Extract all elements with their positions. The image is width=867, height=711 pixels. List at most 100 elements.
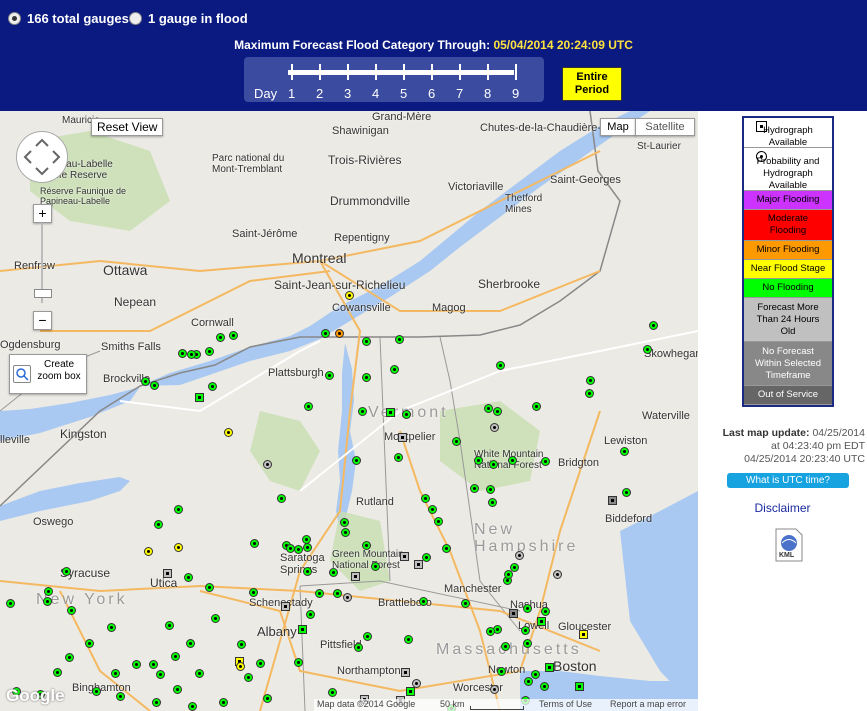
gauge-marker[interactable] xyxy=(484,404,493,413)
day-number[interactable]: 6 xyxy=(428,86,435,101)
gauge-marker[interactable] xyxy=(345,291,354,300)
day-tick[interactable] xyxy=(291,64,293,80)
gauge-marker[interactable] xyxy=(315,589,324,598)
gauge-marker[interactable] xyxy=(390,365,399,374)
gauge-marker[interactable] xyxy=(508,456,517,465)
gauge-marker[interactable] xyxy=(486,627,495,636)
gauge-marker[interactable] xyxy=(523,604,532,613)
gauge-marker[interactable] xyxy=(116,692,125,701)
gauges-in-flood-radio[interactable]: 1 gauge in flood xyxy=(129,10,248,26)
gauge-marker[interactable] xyxy=(187,350,196,359)
create-zoom-box-button[interactable]: Create zoom box xyxy=(9,354,87,394)
gauge-marker[interactable] xyxy=(340,518,349,527)
gauge-marker[interactable] xyxy=(496,361,505,370)
day-tick[interactable] xyxy=(487,64,489,80)
what-is-utc-button[interactable]: What is UTC time? xyxy=(727,473,849,488)
gauge-marker[interactable] xyxy=(509,609,518,618)
gauge-marker[interactable] xyxy=(53,668,62,677)
gauge-marker[interactable] xyxy=(579,630,588,639)
gauge-marker[interactable] xyxy=(343,593,352,602)
terms-link[interactable]: Terms of Use xyxy=(539,699,592,709)
gauge-marker[interactable] xyxy=(541,457,550,466)
gauge-marker[interactable] xyxy=(622,488,631,497)
gauge-marker[interactable] xyxy=(294,545,303,554)
gauge-marker[interactable] xyxy=(515,551,524,560)
gauge-marker[interactable] xyxy=(229,331,238,340)
gauge-marker[interactable] xyxy=(341,528,350,537)
gauge-marker[interactable] xyxy=(335,329,344,338)
gauge-marker[interactable] xyxy=(488,498,497,507)
kml-download-icon[interactable]: KML xyxy=(774,528,804,562)
gauge-marker[interactable] xyxy=(163,569,172,578)
gauge-marker[interactable] xyxy=(540,682,549,691)
gauge-marker[interactable] xyxy=(442,544,451,553)
gauge-marker[interactable] xyxy=(553,570,562,579)
gauge-marker[interactable] xyxy=(362,541,371,550)
gauge-marker[interactable] xyxy=(422,553,431,562)
gauge-marker[interactable] xyxy=(236,662,245,671)
gauge-marker[interactable] xyxy=(351,572,360,581)
gauge-marker[interactable] xyxy=(141,377,150,386)
gauge-marker[interactable] xyxy=(585,389,594,398)
gauge-marker[interactable] xyxy=(414,560,423,569)
gauge-marker[interactable] xyxy=(188,702,197,711)
gauge-marker[interactable] xyxy=(419,597,428,606)
gauge-marker[interactable] xyxy=(219,698,228,707)
gauge-marker[interactable] xyxy=(401,668,410,677)
gauge-marker[interactable] xyxy=(620,447,629,456)
gauge-marker[interactable] xyxy=(434,517,443,526)
gauge-marker[interactable] xyxy=(174,543,183,552)
total-gauges-radio[interactable]: 166 total gauges xyxy=(8,10,129,26)
gauge-marker[interactable] xyxy=(541,607,550,616)
gauge-marker[interactable] xyxy=(256,659,265,668)
gauge-marker[interactable] xyxy=(43,597,52,606)
gauge-marker[interactable] xyxy=(486,485,495,494)
day-number[interactable]: 3 xyxy=(344,86,351,101)
gauge-marker[interactable] xyxy=(205,583,214,592)
gauge-marker[interactable] xyxy=(586,376,595,385)
gauge-marker[interactable] xyxy=(216,333,225,342)
day-number[interactable]: 4 xyxy=(372,86,379,101)
gauge-marker[interactable] xyxy=(501,642,510,651)
gauge-marker[interactable] xyxy=(470,484,479,493)
pan-control[interactable] xyxy=(16,131,68,183)
gauge-marker[interactable] xyxy=(497,667,506,676)
gauge-marker[interactable] xyxy=(537,617,546,626)
gauge-marker[interactable] xyxy=(371,562,380,571)
gauge-marker[interactable] xyxy=(386,408,395,417)
gauge-marker[interactable] xyxy=(263,460,272,469)
gauge-marker[interactable] xyxy=(154,520,163,529)
day-number[interactable]: 7 xyxy=(456,86,463,101)
gauge-marker[interactable] xyxy=(643,345,652,354)
gauge-marker[interactable] xyxy=(363,632,372,641)
report-error-link[interactable]: Report a map error xyxy=(610,699,686,709)
gauge-marker[interactable] xyxy=(211,614,220,623)
gauge-marker[interactable] xyxy=(249,588,258,597)
day-tick[interactable] xyxy=(459,64,461,80)
gauge-marker[interactable] xyxy=(303,543,312,552)
gauge-marker[interactable] xyxy=(428,505,437,514)
gauge-marker[interactable] xyxy=(250,539,259,548)
day-number[interactable]: 2 xyxy=(316,86,323,101)
day-slider[interactable]: Day 1 2 3 4 5 6 7 8 9 xyxy=(244,57,544,102)
gauge-marker[interactable] xyxy=(489,460,498,469)
slider-track[interactable] xyxy=(288,70,514,75)
gauge-marker[interactable] xyxy=(44,587,53,596)
gauge-marker[interactable] xyxy=(329,568,338,577)
gauge-marker[interactable] xyxy=(184,573,193,582)
gauge-marker[interactable] xyxy=(493,407,502,416)
gauge-marker[interactable] xyxy=(149,660,158,669)
gauge-marker[interactable] xyxy=(144,547,153,556)
day-number[interactable]: 1 xyxy=(288,86,295,101)
gauge-marker[interactable] xyxy=(649,321,658,330)
day-tick[interactable] xyxy=(375,64,377,80)
gauge-marker[interactable] xyxy=(224,428,233,437)
gauge-marker[interactable] xyxy=(421,494,430,503)
zoom-in-button[interactable]: + xyxy=(33,204,52,223)
gauge-marker[interactable] xyxy=(461,599,470,608)
gauge-marker[interactable] xyxy=(150,381,159,390)
gauge-marker[interactable] xyxy=(6,599,15,608)
gauge-marker[interactable] xyxy=(132,660,141,669)
gauge-marker[interactable] xyxy=(545,663,554,672)
gauge-marker[interactable] xyxy=(524,677,533,686)
